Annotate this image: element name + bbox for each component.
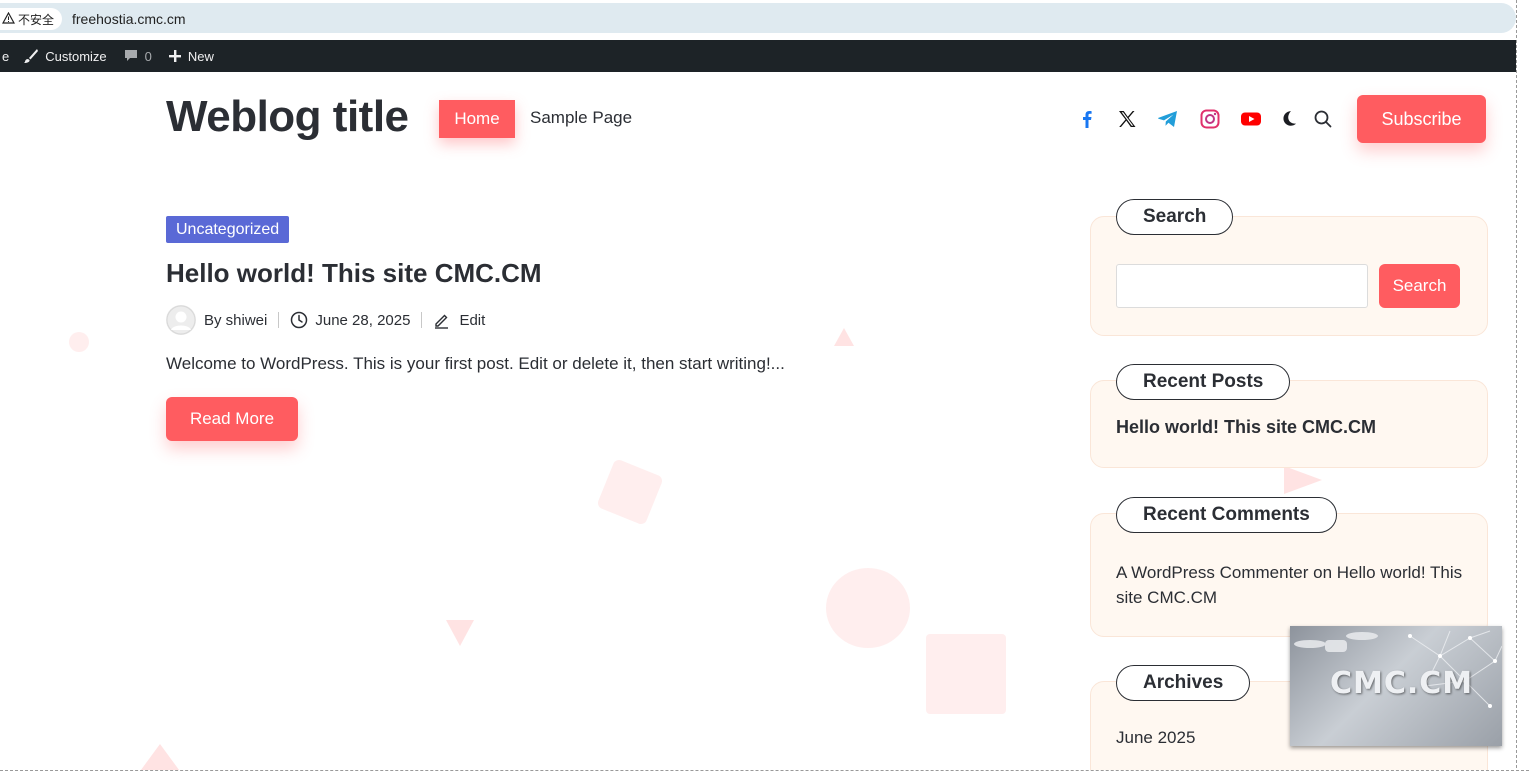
security-label: 不安全 (18, 12, 55, 27)
post-excerpt: Welcome to WordPress. This is your first… (166, 354, 785, 373)
nav-home[interactable]: Home (439, 100, 515, 138)
recent-posts-title: Recent Posts (1116, 364, 1291, 400)
post-meta: By shiwei June 28, 2025 Edit (166, 305, 485, 335)
decorative-triangle (446, 620, 474, 646)
search-button[interactable]: Search (1379, 264, 1460, 308)
post-author[interactable]: By shiwei (204, 312, 267, 329)
wp-admin-bar: e Customize 0 New (0, 40, 1516, 72)
comment-on-text: on (1308, 563, 1337, 582)
plus-icon (168, 49, 182, 63)
recent-post-link[interactable]: Hello world! This site CMC.CM (1116, 417, 1376, 438)
recent-comment-item: A WordPress Commenter on Hello world! Th… (1116, 560, 1466, 610)
recent-comments-title: Recent Comments (1116, 497, 1337, 533)
customize-label: Customize (45, 48, 107, 64)
search-input[interactable] (1116, 264, 1368, 308)
post-title[interactable]: Hello world! This site CMC.CM (166, 258, 542, 289)
avatar[interactable] (166, 305, 196, 335)
watermark-logo: CMC.CM (1290, 626, 1502, 746)
youtube-icon[interactable] (1239, 107, 1263, 131)
archives-title: Archives (1116, 665, 1251, 701)
site-title[interactable]: Weblog title (166, 92, 409, 142)
screenshot-edge (1516, 0, 1529, 783)
browser-toolbar: 不安全 freehostia.cmc.cm (0, 0, 1529, 36)
category-badge[interactable]: Uncategorized (166, 216, 290, 243)
x-icon[interactable] (1115, 107, 1139, 131)
decorative-circle (826, 568, 910, 648)
new-label: New (187, 48, 214, 64)
url-text[interactable]: freehostia.cmc.cm (72, 11, 186, 27)
nav-sample-page[interactable]: Sample Page (530, 108, 632, 128)
decorative-dot (69, 332, 89, 352)
admin-bar-truncated-item[interactable]: e (2, 49, 9, 64)
comment-bubble-icon (123, 48, 139, 64)
post-date[interactable]: June 28, 2025 (315, 312, 410, 329)
security-indicator[interactable]: 不安全 (0, 8, 63, 30)
meta-divider (421, 312, 423, 328)
customize-link[interactable]: Customize (23, 48, 107, 64)
decorative-square (596, 458, 664, 526)
decorative-triangle (1284, 466, 1322, 494)
facebook-icon[interactable] (1075, 107, 1099, 131)
screenshot-edge (0, 770, 1529, 784)
decorative-square (926, 634, 1006, 714)
brush-icon (23, 48, 39, 64)
edit-link[interactable]: Edit (459, 312, 485, 329)
search-widget-title: Search (1116, 199, 1234, 235)
telegram-icon[interactable] (1156, 107, 1180, 131)
warning-icon (1, 11, 16, 27)
comment-author-link[interactable]: A WordPress Commenter (1116, 563, 1308, 582)
new-content-link[interactable]: New (168, 49, 214, 64)
decorative-triangle (834, 328, 854, 346)
comments-link[interactable]: 0 (123, 48, 152, 64)
clock-icon (290, 311, 308, 329)
subscribe-button[interactable]: Subscribe (1357, 95, 1486, 143)
watermark-text: CMC.CM (1330, 666, 1474, 701)
pencil-icon (433, 312, 450, 329)
archive-link[interactable]: June 2025 (1116, 728, 1195, 748)
meta-divider (278, 312, 280, 328)
search-icon[interactable] (1311, 107, 1335, 131)
address-bar[interactable]: 不安全 freehostia.cmc.cm (0, 3, 1516, 33)
comments-count: 0 (144, 48, 152, 64)
instagram-icon[interactable] (1198, 107, 1222, 131)
read-more-button[interactable]: Read More (166, 397, 298, 441)
moon-icon[interactable] (1276, 107, 1300, 131)
